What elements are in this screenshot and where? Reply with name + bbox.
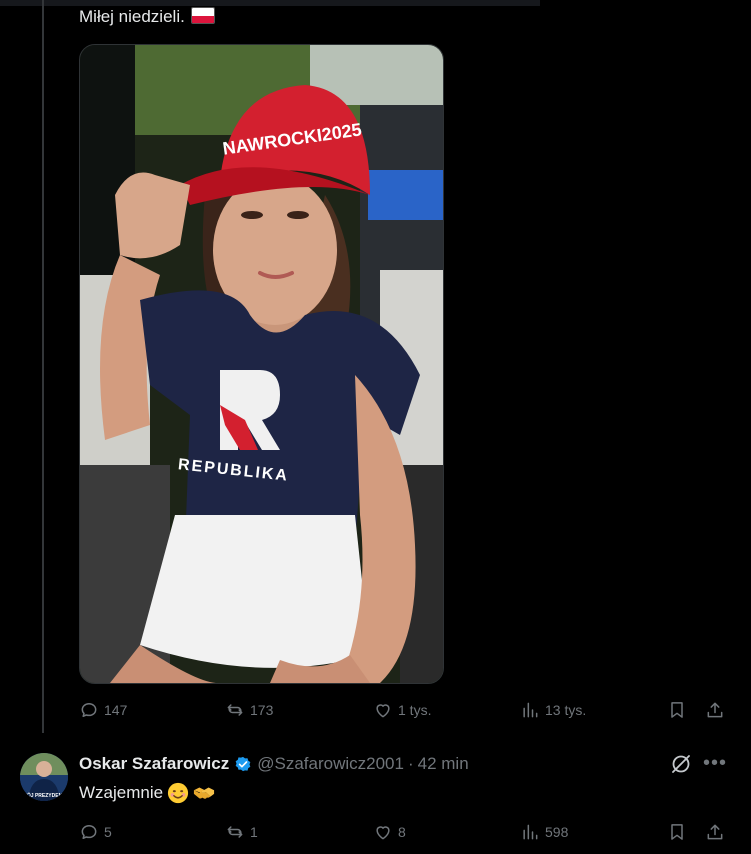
reply-count: 147 [104, 702, 128, 718]
reply-reply-button[interactable]: 5 [79, 822, 112, 842]
reply-header: Oskar Szafarowicz @Szafarowicz2001 · 42 … [79, 753, 469, 775]
reply-bookmark-button[interactable] [667, 822, 687, 842]
post-text-content: Miłej niedzieli. [79, 7, 185, 26]
repost-icon [227, 826, 243, 838]
handshake-emoji-icon [194, 787, 215, 799]
reply-icon [81, 825, 97, 839]
smiling-face-emoji-icon [168, 782, 189, 804]
avatar[interactable]: MÓJ PREZYDENT [20, 753, 68, 801]
bookmark-icon [671, 702, 683, 718]
verified-badge-icon [235, 756, 251, 772]
bookmark-icon [671, 824, 683, 840]
views-chart-icon [523, 702, 538, 718]
bookmark-button[interactable] [667, 700, 687, 720]
reply-separator: · [407, 754, 414, 773]
heart-icon [376, 704, 390, 718]
reply-like-button[interactable]: 8 [373, 822, 406, 842]
reply-action-bar: 5 1 8 598 [79, 822, 729, 846]
reply-reply-count: 5 [104, 824, 112, 840]
views-button[interactable]: 13 tys. [520, 700, 586, 720]
reply-button[interactable]: 147 [79, 700, 127, 720]
reply-views-count: 598 [545, 824, 569, 840]
reply-author-handle[interactable]: @Szafarowicz2001 [257, 753, 404, 775]
repost-icon [227, 704, 243, 716]
reply-repost-button[interactable]: 1 [225, 822, 258, 842]
like-count: 1 tys. [398, 702, 432, 718]
reply-share-button[interactable] [705, 822, 725, 842]
reply-text-content: Wzajemnie [79, 783, 164, 802]
reply-timestamp[interactable]: 42 min [418, 753, 469, 775]
reply-repost-count: 1 [250, 824, 258, 840]
repost-button[interactable]: 173 [225, 700, 273, 720]
share-icon [707, 702, 723, 718]
reply-author-name[interactable]: Oskar Szafarowicz [79, 753, 229, 775]
post-action-bar: 147 173 1 tys. 13 tys. [79, 700, 729, 724]
share-button[interactable] [705, 700, 725, 720]
heart-icon [376, 826, 390, 840]
reply-icon [81, 703, 97, 717]
thread-line [42, 0, 44, 733]
poland-flag-icon [190, 7, 215, 24]
reply-views-button[interactable]: 598 [520, 822, 568, 842]
like-button[interactable]: 1 tys. [373, 700, 431, 720]
post-text: Miłej niedzieli. [79, 5, 215, 29]
reply-text: Wzajemnie [79, 781, 215, 805]
share-icon [707, 824, 723, 840]
views-count: 13 tys. [545, 702, 587, 718]
more-options-icon[interactable]: ••• [703, 752, 727, 776]
reply-like-count: 8 [398, 824, 406, 840]
post-image[interactable]: NAWROCKI2025 R REPUBLIKA [79, 44, 444, 684]
grok-icon[interactable] [669, 752, 693, 776]
avatar-text: MÓJ PREZYDENT [23, 791, 66, 799]
views-chart-icon [523, 824, 538, 840]
repost-count: 173 [250, 702, 274, 718]
